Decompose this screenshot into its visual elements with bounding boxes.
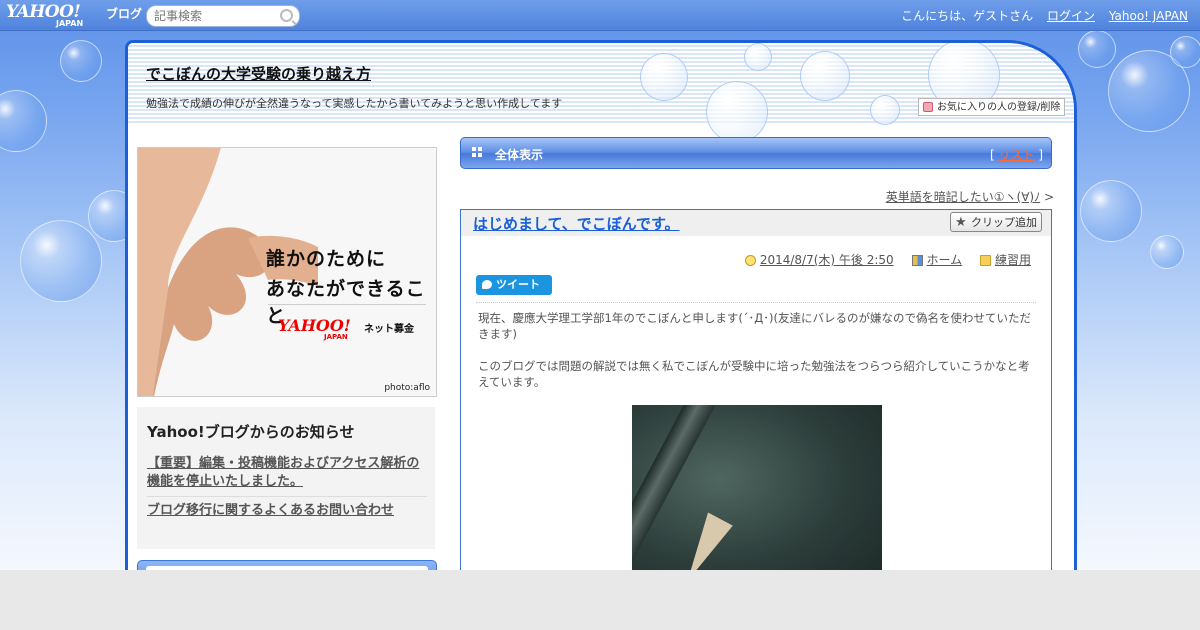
- list-view-link[interactable]: リスト: [998, 148, 1034, 162]
- clock-icon: [744, 255, 756, 266]
- bubble-decoration: [1150, 235, 1184, 269]
- view-all-label: 全体表示: [495, 148, 544, 162]
- tweet-button-label: ツイート: [496, 278, 540, 291]
- book-icon: [911, 255, 923, 266]
- bubble-decoration: [706, 81, 768, 143]
- search-icon[interactable]: [280, 9, 293, 22]
- yahoo-blog-logo[interactable]: YAHOO! JAPAN ブログ: [6, 2, 142, 28]
- favorite-icon: [923, 102, 933, 112]
- bracket-open: [: [989, 148, 995, 162]
- bubble-decoration: [800, 51, 850, 101]
- bubble-decoration: [870, 95, 900, 125]
- ad-divider: [268, 304, 426, 305]
- yahoo-japan-link[interactable]: Yahoo! JAPAN: [1109, 9, 1188, 23]
- logo-blog-text: ブログ: [106, 7, 143, 21]
- greeting-text: こんにちは、ゲストさん: [901, 9, 1034, 23]
- bracket-close: ]: [1038, 148, 1043, 162]
- entry-divider: [476, 302, 1036, 303]
- blog-title-link[interactable]: でこぼんの大学受験の乗り越え方: [146, 63, 371, 84]
- clip-add-button[interactable]: ★ クリップ追加: [950, 212, 1042, 232]
- logo-sub-text: JAPAN: [56, 19, 84, 28]
- bubble-decoration: [744, 43, 772, 71]
- ad-service-name: ネット募金: [364, 324, 414, 335]
- list-view-toggle: [ リスト ]: [990, 146, 1043, 163]
- favorite-register-button[interactable]: お気に入りの人の登録/削除: [918, 98, 1065, 116]
- handshake-image: [138, 148, 318, 396]
- clip-button-label: クリップ追加: [971, 216, 1037, 229]
- next-article-nav: 英単語を暗記したい①ヽ(∀)ﾉ >: [886, 188, 1054, 205]
- notice-heading: Yahoo!ブログからのお知らせ: [147, 423, 355, 441]
- blog-frame: でこぼんの大学受験の乗り越え方 勉強法で成績の伸びが全然違うなって実感したから書…: [125, 40, 1077, 583]
- bubble-decoration: [0, 90, 47, 152]
- ad-yahoo-logo-sub: JAPAN: [324, 333, 348, 341]
- bubble-decoration: [640, 53, 688, 101]
- bubble-decoration: [1170, 36, 1200, 68]
- entry-paragraph-1: 現在、慶應大学理工学部1年のでこぼんと申します(´･Д･)(友達にバレるのが嫌な…: [478, 311, 1032, 341]
- ad-headline-1: 誰かのために: [266, 248, 387, 270]
- pencil-body: [632, 405, 734, 583]
- category-home-link[interactable]: ホーム: [927, 253, 963, 267]
- bubble-decoration: [60, 40, 102, 82]
- blog-description: 勉強法で成績の伸びが全然違うなって実感したから書いてみようと思い作成してます: [146, 97, 563, 110]
- advertisement-banner[interactable]: 誰かのために あなたができること YAHOO! JAPAN ネット募金 phot…: [137, 147, 437, 397]
- folder-icon: [979, 255, 991, 266]
- yahoo-blog-notice: Yahoo!ブログからのお知らせ 【重要】編集・投稿機能およびアクセス解析の機能…: [137, 407, 435, 549]
- entry-paragraph-2: このブログでは問題の解説では無く私でこぼんが受験中に培った勉強法をつらつら紹介し…: [478, 359, 1030, 389]
- search-input[interactable]: [154, 8, 274, 24]
- article-search-box: [146, 5, 300, 27]
- notice-divider: [147, 496, 427, 497]
- next-article-link[interactable]: 英単語を暗記したい①ヽ(∀)ﾉ: [886, 190, 1040, 204]
- top-links: こんにちは、ゲストさん ログイン Yahoo! JAPAN: [891, 7, 1188, 24]
- entry-title-link[interactable]: はじめまして、でこぼんです。: [473, 213, 680, 234]
- entry-date-link[interactable]: 2014/8/7(木) 午後 2:50: [760, 253, 894, 267]
- category-link[interactable]: 練習用: [995, 253, 1031, 267]
- view-mode-bar: 全体表示 [ リスト ]: [460, 137, 1052, 169]
- pencil-photo[interactable]: [632, 405, 882, 583]
- favorite-button-label: お気に入りの人の登録/削除: [937, 102, 1061, 113]
- blog-entry: はじめまして、でこぼんです。 ★ クリップ追加 2014/8/7(木) 午後 2…: [460, 209, 1052, 583]
- twitter-bird-icon: [482, 280, 492, 289]
- tweet-button[interactable]: ツイート: [476, 275, 552, 295]
- top-navigation-bar: YAHOO! JAPAN ブログ こんにちは、ゲストさん ログイン Yahoo!…: [0, 0, 1200, 31]
- notice-link-faq[interactable]: ブログ移行に関するよくあるお問い合わせ: [147, 502, 431, 520]
- notice-link-important[interactable]: 【重要】編集・投稿機能およびアクセス解析の機能を停止いたしました。: [147, 455, 431, 491]
- blog-header: でこぼんの大学受験の乗り越え方 勉強法で成績の伸びが全然違うなって実感したから書…: [128, 43, 1074, 143]
- entry-meta: 2014/8/7(木) 午後 2:50 ホーム 練習用: [731, 251, 1031, 268]
- star-icon: ★: [955, 215, 967, 230]
- bubble-decoration: [1078, 30, 1116, 68]
- grid-icon: [472, 147, 482, 157]
- bubble-decoration: [1080, 180, 1142, 242]
- bubble-decoration: [20, 220, 102, 302]
- ad-photo-credit: photo:aflo: [384, 383, 430, 393]
- login-link[interactable]: ログイン: [1047, 9, 1095, 23]
- entry-header: はじめまして、でこぼんです。 ★ クリップ追加: [461, 210, 1051, 236]
- next-arrow-icon: >: [1043, 190, 1054, 204]
- page-bottom-area: [0, 570, 1200, 630]
